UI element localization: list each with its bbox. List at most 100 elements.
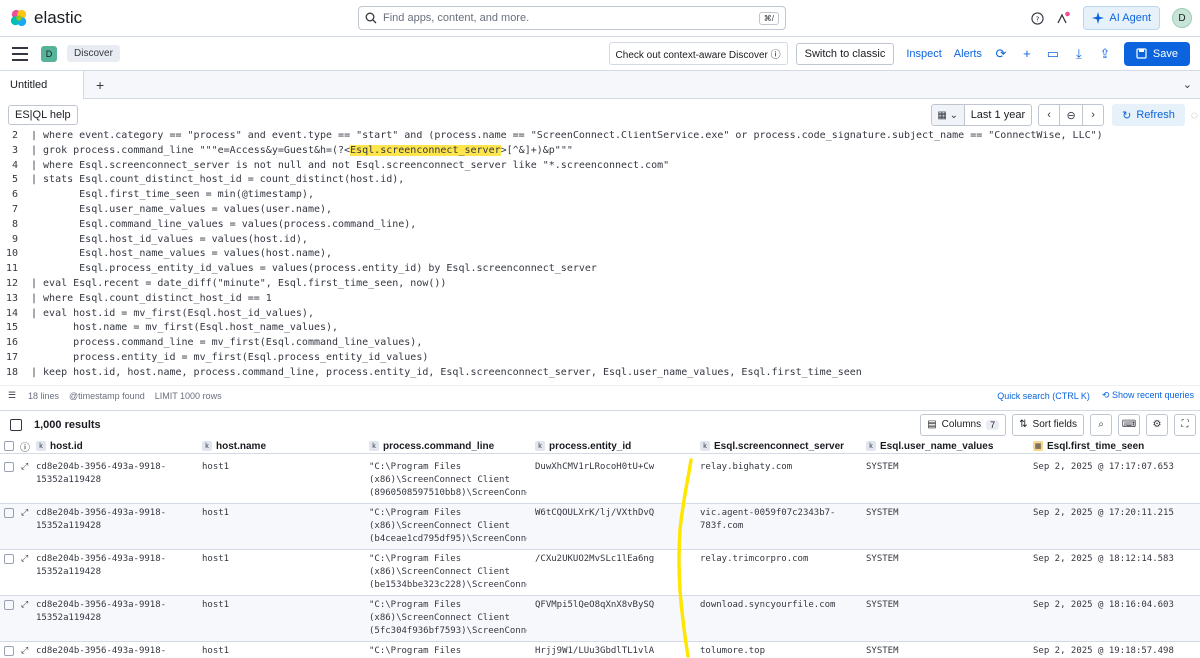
table-row[interactable]: ⤢ cd8e204b-3956-493a-9918- host1 "C:\Progra… bbox=[0, 642, 1200, 658]
table-cell[interactable]: cd8e204b-3956-493a-9918- 15352a119428 bbox=[36, 599, 194, 625]
table-row[interactable]: ⤢ cd8e204b-3956-493a-9918- 15352a119428 ho… bbox=[0, 550, 1200, 596]
table-cell[interactable]: cd8e204b-3956-493a-9918- bbox=[36, 645, 194, 658]
recent-queries-link[interactable]: ⟲ Show recent queries bbox=[1102, 390, 1194, 401]
chevron-left-icon[interactable]: ‹ bbox=[1038, 104, 1061, 126]
table-cell[interactable]: Sep 2, 2025 @ 17:20:11.215 bbox=[1033, 507, 1193, 520]
user-avatar[interactable]: D bbox=[1172, 8, 1192, 28]
table-row[interactable]: ⤢ cd8e204b-3956-493a-9918- 15352a119428 ho… bbox=[0, 596, 1200, 642]
space-avatar[interactable]: D bbox=[41, 45, 57, 62]
table-cell[interactable]: SYSTEM bbox=[866, 645, 1025, 658]
expand-row-icon[interactable]: ⤢ bbox=[21, 600, 28, 610]
table-cell[interactable]: download.syncyourfile.com bbox=[700, 599, 858, 612]
table-cell[interactable]: Sep 2, 2025 @ 18:16:04.603 bbox=[1033, 599, 1193, 612]
inspect-button[interactable]: Inspect bbox=[906, 48, 941, 60]
table-cell[interactable]: SYSTEM bbox=[866, 553, 1025, 566]
calendar-icon[interactable]: ▦ ⌄ bbox=[930, 104, 965, 126]
code-line[interactable]: 10 Esql.host_name_values = values(host.n… bbox=[0, 246, 1200, 261]
download-icon[interactable]: ⤓ bbox=[1072, 46, 1086, 62]
table-cell[interactable]: cd8e204b-3956-493a-9918- 15352a119428 bbox=[36, 553, 194, 579]
elastic-logo[interactable]: elastic bbox=[10, 8, 340, 28]
global-search[interactable]: Find apps, content, and more. ⌘/ bbox=[358, 6, 786, 30]
search-icon[interactable]: ⌕ bbox=[1090, 413, 1112, 436]
fullscreen-icon[interactable]: ⛶ bbox=[1174, 413, 1196, 436]
row-checkbox[interactable] bbox=[4, 646, 14, 656]
table-cell[interactable]: Hrjj9W1/LUu3GbdlTL1vlA bbox=[535, 645, 692, 658]
columns-button[interactable]: ▤ Columns 7 bbox=[920, 413, 1007, 436]
add-tab-icon[interactable]: + bbox=[96, 77, 104, 93]
breadcrumb-discover[interactable]: Discover bbox=[67, 45, 120, 62]
help-icon[interactable]: ? bbox=[1031, 11, 1045, 25]
table-cell[interactable]: DuwXhCMV1rLRocoH0tU+Cw bbox=[535, 461, 692, 474]
code-line[interactable]: 2 | where event.category == "process" and… bbox=[0, 131, 1200, 143]
esql-help-button[interactable]: ES|QL help bbox=[8, 105, 78, 125]
code-line[interactable]: 7 Esql.user_name_values = values(user.na… bbox=[0, 202, 1200, 217]
switch-to-classic-button[interactable]: Switch to classic bbox=[795, 42, 895, 65]
code-line[interactable]: 11 Esql.process_entity_id_values = value… bbox=[0, 261, 1200, 276]
table-cell[interactable]: host1 bbox=[202, 507, 361, 520]
table-cell[interactable]: host1 bbox=[202, 599, 361, 612]
table-cell[interactable]: Sep 2, 2025 @ 19:18:57.498 bbox=[1033, 645, 1193, 658]
ai-assistant-icon[interactable]: ⟳ bbox=[994, 46, 1008, 62]
table-cell[interactable]: "C:\Program Files bbox=[369, 645, 527, 658]
code-line[interactable]: 3 | grok process.command_line """e=Access… bbox=[0, 143, 1200, 158]
table-row[interactable]: ⤢ cd8e204b-3956-493a-9918- 15352a119428 ho… bbox=[0, 504, 1200, 550]
row-checkbox[interactable] bbox=[4, 508, 14, 518]
table-cell[interactable]: "C:\Program Files (x86)\ScreenConnect Cl… bbox=[369, 599, 527, 638]
quick-search-link[interactable]: Quick search (CTRL K) bbox=[997, 391, 1090, 401]
tab-untitled[interactable]: Untitled bbox=[0, 70, 84, 99]
expand-row-icon[interactable]: ⤢ bbox=[21, 646, 28, 656]
table-cell[interactable]: Sep 2, 2025 @ 17:17:07.653 bbox=[1033, 461, 1193, 474]
table-cell[interactable]: W6tCQOULXrK/lj/VXthDvQ bbox=[535, 507, 692, 520]
column-header[interactable]: k process.entity_id bbox=[535, 438, 631, 454]
alerts-button[interactable]: Alerts bbox=[954, 48, 982, 60]
table-cell[interactable]: vic.agent-0059f07c2343b7- 783f.com bbox=[700, 507, 858, 533]
table-cell[interactable]: "C:\Program Files (x86)\ScreenConnect Cl… bbox=[369, 461, 527, 500]
context-aware-discover-button[interactable]: Check out context-aware Discover ⓘ bbox=[608, 42, 788, 65]
refresh-button[interactable]: ↻ Refresh bbox=[1112, 104, 1185, 126]
table-cell[interactable]: /CXu2UKUO2MvSLc1lEa6ng bbox=[535, 553, 692, 566]
table-cell[interactable]: host1 bbox=[202, 645, 361, 658]
chevron-down-icon[interactable]: ⌄ bbox=[1183, 78, 1192, 91]
save-button[interactable]: Save bbox=[1123, 41, 1190, 66]
menu-toggle-button[interactable] bbox=[12, 46, 28, 61]
chevron-right-icon[interactable]: › bbox=[1082, 104, 1105, 126]
date-range-picker[interactable]: Last 1 year bbox=[964, 104, 1033, 126]
code-line[interactable]: 15 host.name = mv_first(Esql.host_name_v… bbox=[0, 320, 1200, 335]
esql-editor[interactable]: 2 | where event.category == "process" and… bbox=[0, 131, 1200, 382]
row-checkbox[interactable] bbox=[4, 462, 14, 472]
display-settings-icon[interactable]: ⚙ bbox=[1146, 413, 1168, 436]
expand-row-icon[interactable]: ⤢ bbox=[21, 554, 28, 564]
table-cell[interactable]: Sep 2, 2025 @ 18:12:14.583 bbox=[1033, 553, 1193, 566]
news-feed-icon[interactable] bbox=[1056, 11, 1071, 25]
table-cell[interactable]: host1 bbox=[202, 461, 361, 474]
code-line[interactable]: 5 | stats Esql.count_distinct_host_id = c… bbox=[0, 172, 1200, 187]
table-cell[interactable]: "C:\Program Files (x86)\ScreenConnect Cl… bbox=[369, 553, 527, 592]
row-checkbox[interactable] bbox=[4, 554, 14, 564]
zoom-out-icon[interactable]: ⊖ bbox=[1060, 104, 1083, 126]
sort-fields-button[interactable]: ⇅ Sort fields bbox=[1012, 413, 1084, 436]
expand-row-icon[interactable]: ⤢ bbox=[21, 508, 28, 518]
code-line[interactable]: 4 | where Esql.screenconnect_server is no… bbox=[0, 158, 1200, 173]
search-input[interactable]: Find apps, content, and more. bbox=[383, 12, 759, 24]
column-header[interactable]: k host.id bbox=[36, 438, 83, 454]
table-cell[interactable]: SYSTEM bbox=[866, 507, 1025, 520]
share-icon[interactable]: ⇪ bbox=[1098, 46, 1112, 62]
table-cell[interactable]: relay.bighaty.com bbox=[700, 461, 858, 474]
table-row[interactable]: ⤢ cd8e204b-3956-493a-9918- 15352a119428 ho… bbox=[0, 458, 1200, 504]
code-line[interactable]: 12 | eval Esql.recent = date_diff("minute… bbox=[0, 276, 1200, 291]
table-cell[interactable]: tolumore.top bbox=[700, 645, 858, 658]
keyboard-icon[interactable]: ⌨ bbox=[1118, 413, 1140, 436]
column-header[interactable]: k Esql.user_name_values bbox=[866, 438, 993, 454]
table-cell[interactable]: SYSTEM bbox=[866, 461, 1025, 474]
table-cell[interactable]: "C:\Program Files (x86)\ScreenConnect Cl… bbox=[369, 507, 527, 546]
table-cell[interactable]: SYSTEM bbox=[866, 599, 1025, 612]
table-cell[interactable]: QFVMpi5lQeO8qXnX8vBySQ bbox=[535, 599, 692, 612]
column-header[interactable]: k Esql.screenconnect_server bbox=[700, 438, 844, 454]
open-folder-icon[interactable]: ▭ bbox=[1046, 46, 1060, 62]
code-line[interactable]: 17 process.entity_id = mv_first(Esql.pro… bbox=[0, 350, 1200, 365]
table-cell[interactable]: relay.trimcorpro.com bbox=[700, 553, 858, 566]
code-line[interactable]: 8 Esql.command_line_values = values(proc… bbox=[0, 217, 1200, 232]
table-cell[interactable]: cd8e204b-3956-493a-9918- 15352a119428 bbox=[36, 461, 194, 487]
ai-agent-button[interactable]: AI Agent bbox=[1083, 6, 1160, 30]
code-line[interactable]: 14 | eval host.id = mv_first(Esql.host_id… bbox=[0, 306, 1200, 321]
